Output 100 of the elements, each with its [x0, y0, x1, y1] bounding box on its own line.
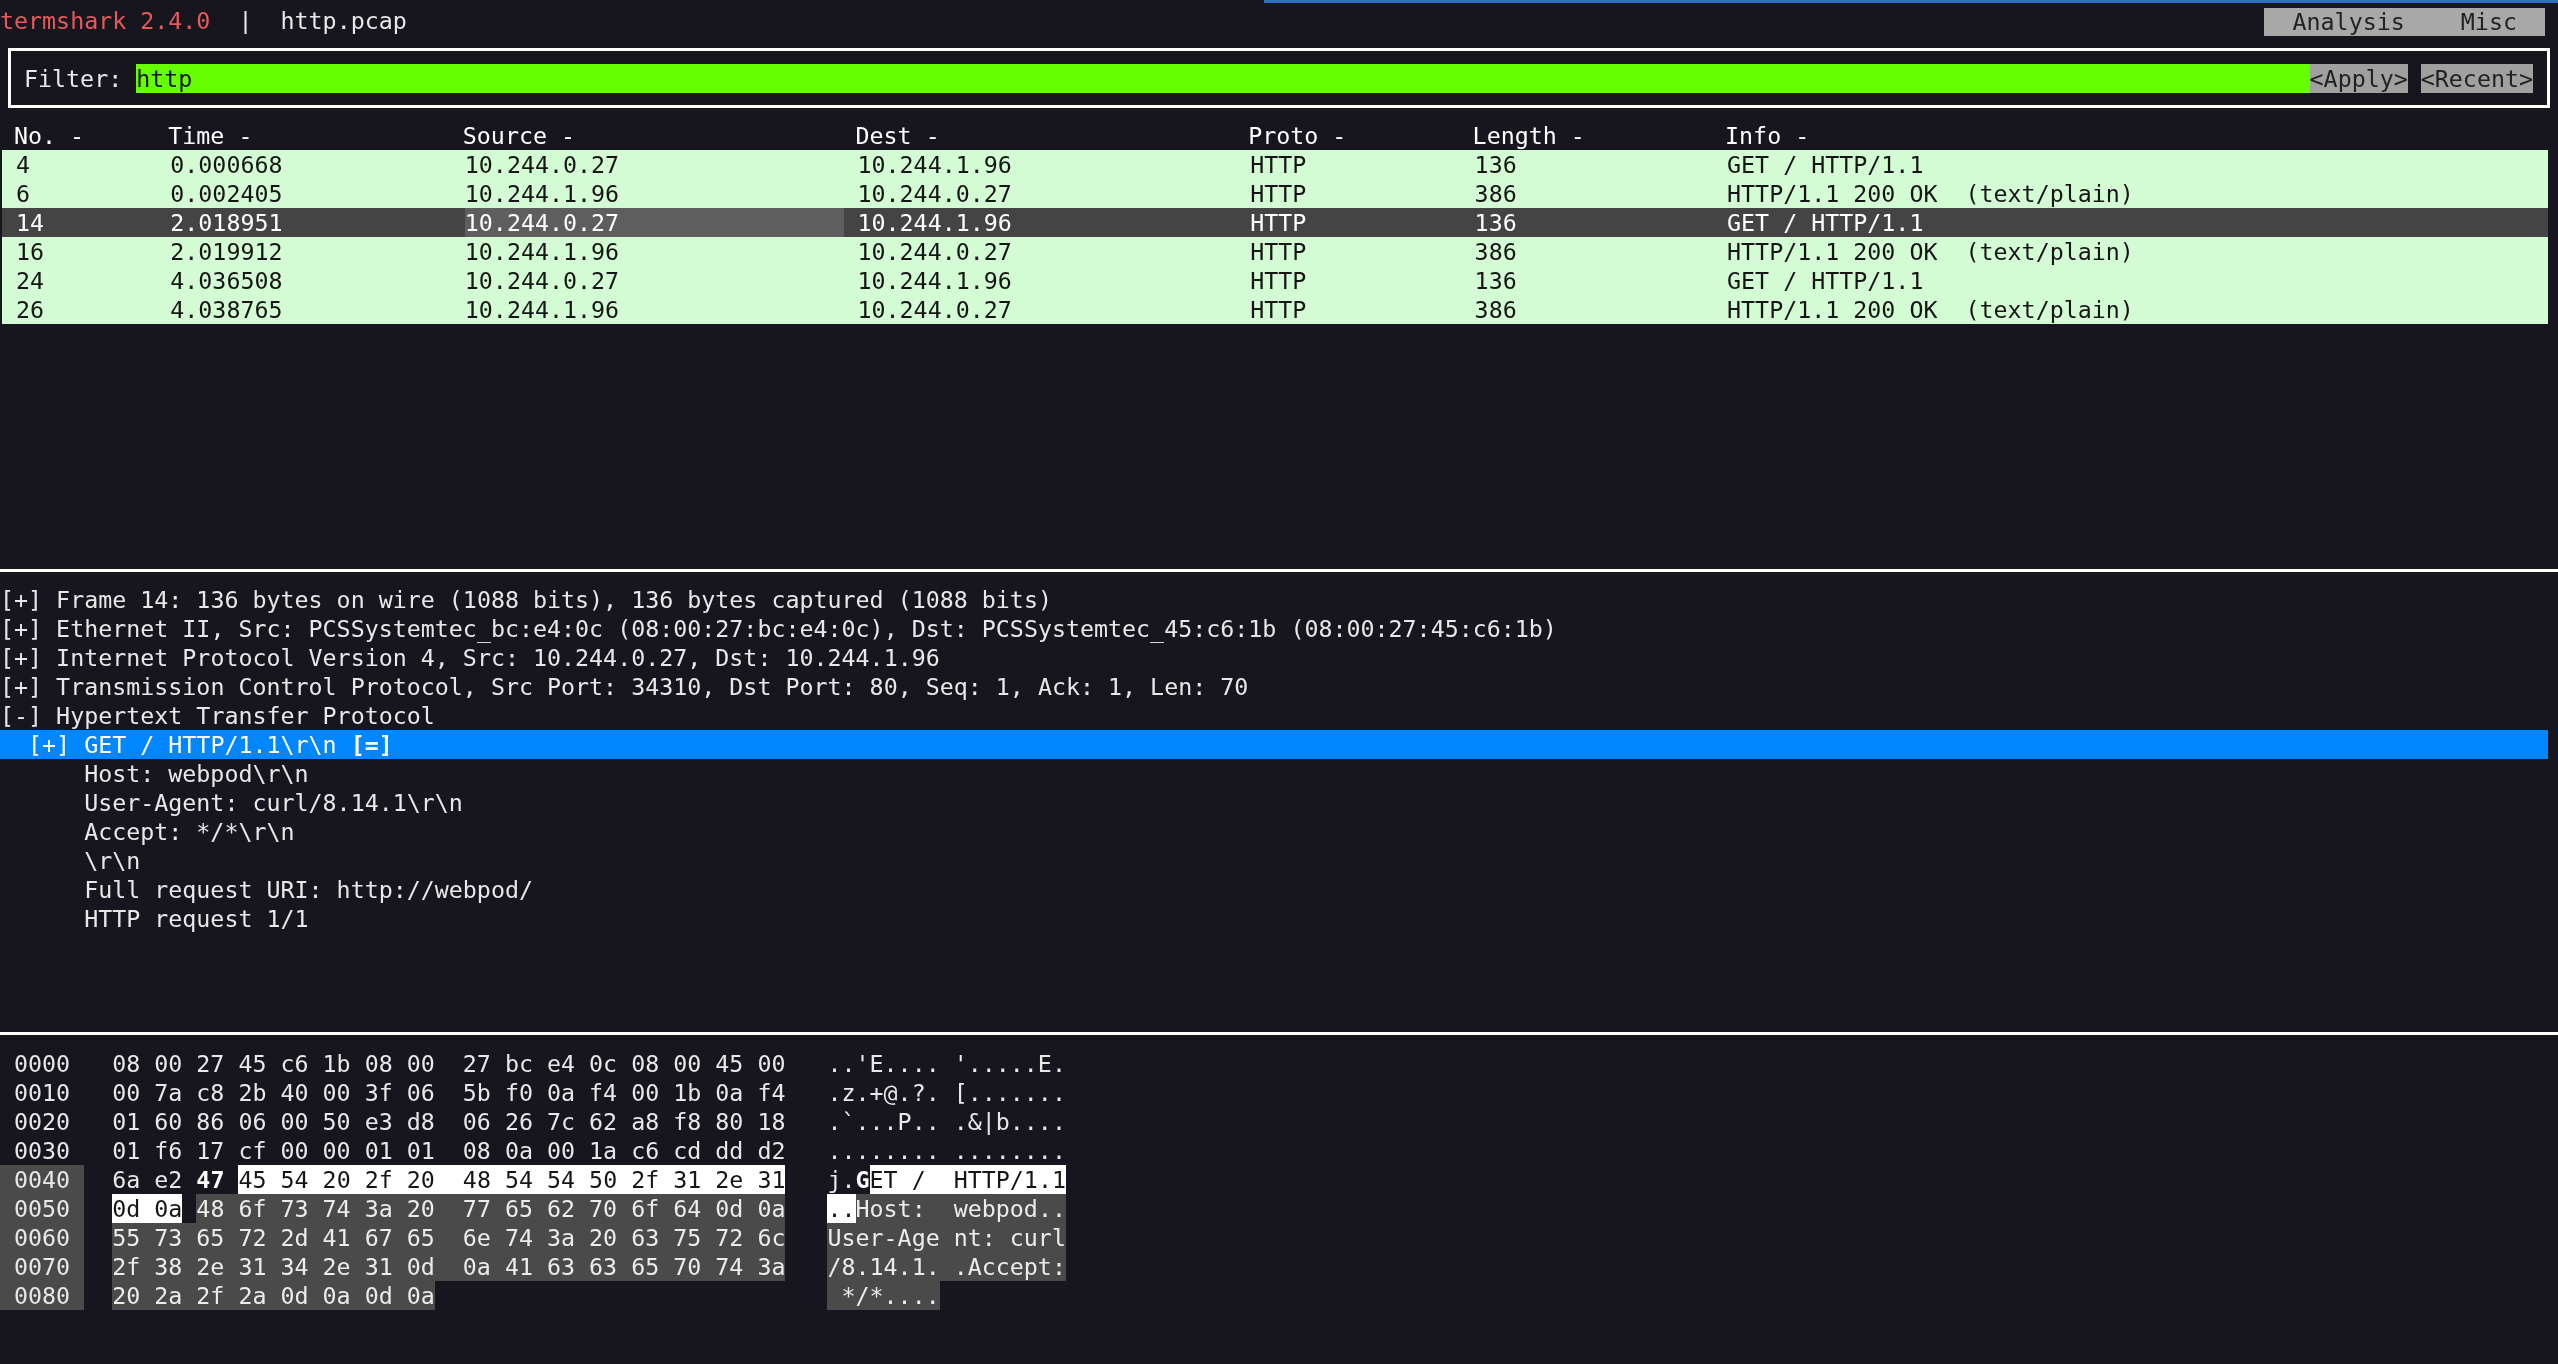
table-cell: 10.244.0.27: [464, 208, 844, 237]
table-cell-text: 4.036508: [170, 266, 284, 295]
table-cell-text: 386: [1474, 179, 1518, 208]
table-cell-text: 2.019912: [170, 237, 284, 266]
table-cell-text: 6: [16, 179, 32, 208]
table-cell-text: 4: [16, 150, 32, 179]
column-header[interactable]: Time -: [168, 122, 253, 149]
hex-offset: 0010: [13, 1078, 72, 1107]
table-cell-text: 14: [16, 208, 46, 237]
ascii-text: j.: [827, 1165, 856, 1194]
hex-offset: 0050: [0, 1194, 85, 1223]
table-cell-text: 10.244.1.96: [464, 295, 621, 324]
table-cell-text: 10.244.1.96: [857, 208, 1013, 237]
ascii-text: G: [855, 1165, 870, 1194]
column-header[interactable]: Proto -: [1248, 122, 1347, 149]
hex-offset: 0060: [0, 1223, 85, 1252]
table-cell-text: 10.244.0.27: [464, 150, 621, 179]
tree-item[interactable]: Full request URI: http://webpod/: [0, 875, 2548, 904]
table-cell-text: 10.244.1.96: [464, 179, 621, 208]
table-cell-text: 10.244.0.27: [464, 266, 621, 295]
tree-item[interactable]: [+] Frame 14: 136 bytes on wire (1088 bits), 136 bytes captured (1088 bits): [0, 585, 2548, 614]
table-cell-text: 10.244.0.27: [857, 295, 1013, 324]
packet-row[interactable]: 14 2.018951 10.244.0.27 10.244.1.96 HTTP 136 GET / HTTP/1.1: [2, 208, 2548, 237]
table-cell-text: 0.000668: [170, 150, 284, 179]
table-cell-text: GET / HTTP/1.1: [1727, 208, 1925, 237]
menu-button[interactable]: Misc: [2432, 8, 2545, 36]
hex-bytes: 20 2a 2f 2a 0d 0a 0d 0a: [112, 1281, 435, 1310]
hex-bytes: 01 f6 17 cf 00 00 01 01 08 0a 00 1a c6 cd dd d2: [112, 1136, 786, 1165]
filter-button[interactable]: <Recent>: [2420, 63, 2533, 93]
packet-row[interactable]: 6 0.002405 10.244.1.96 10.244.0.27 HTTP 386 HTTP/1.1 200 OK (text/plain): [2, 179, 2548, 208]
packet-row[interactable]: 26 4.038765 10.244.1.96 10.244.0.27 HTTP 386 HTTP/1.1 200 OK (text/plain): [2, 295, 2548, 324]
table-cell-text: 4.038765: [170, 295, 284, 324]
filter-label: Filter:: [24, 63, 123, 93]
hex-bytes: 2f 38 2e 31 34 2e 31 0d 0a 41 63 63 65 70 74 3a: [112, 1252, 786, 1281]
title-separator: |: [238, 5, 253, 35]
tree-item[interactable]: [+] Internet Protocol Version 4, Src: 10.244.0.27, Dst: 10.244.1.96: [0, 643, 2548, 672]
hex-bytes: 0d 0a: [112, 1194, 183, 1223]
hex-bytes: 00 7a c8 2b 40 00 3f 06 5b f0 0a f4 00 1b 0a f4: [112, 1078, 786, 1107]
table-cell-text: HTTP/1.1 200 OK (text/plain): [1727, 295, 2135, 324]
ascii-text: ..'E.... '.....E.: [827, 1049, 1066, 1078]
column-header[interactable]: No. -: [14, 122, 85, 149]
ascii-text: /8.14.1. .Accept:: [827, 1252, 1066, 1281]
table-cell-text: HTTP: [1250, 150, 1308, 179]
table-cell-text: GET / HTTP/1.1: [1727, 266, 1925, 295]
ascii-text: ........ ........: [827, 1136, 1066, 1165]
table-cell-text: 16: [16, 237, 46, 266]
table-cell-text: 10.244.0.27: [857, 179, 1013, 208]
table-cell-text: 386: [1474, 237, 1518, 266]
filter-button[interactable]: <Apply>: [2309, 63, 2408, 93]
ascii-text: User-Age nt: curl: [827, 1223, 1066, 1252]
table-cell-text: HTTP/1.1 200 OK (text/plain): [1727, 237, 2135, 266]
tree-item[interactable]: Host: webpod\r\n: [0, 759, 2548, 788]
column-header[interactable]: Source -: [462, 122, 576, 149]
table-cell-text: 136: [1474, 266, 1518, 295]
hex-offset: 0080: [0, 1281, 85, 1310]
table-cell-text: HTTP: [1250, 266, 1308, 295]
filter-field[interactable]: http: [136, 63, 2310, 93]
hex-bytes: 55 73 65 72 2d 41 67 65 6e 74 3a 20 63 75 72 6c: [112, 1223, 786, 1252]
ascii-text: Host: webpod..: [855, 1194, 1066, 1223]
tree-item[interactable]: Accept: */*\r\n: [0, 817, 2548, 846]
packet-row[interactable]: 24 4.036508 10.244.0.27 10.244.1.96 HTTP 136 GET / HTTP/1.1: [2, 266, 2548, 295]
app-title: termshark 2.4.0: [0, 5, 211, 35]
tree-item[interactable]: \r\n: [0, 846, 2548, 875]
table-cell-text: HTTP: [1250, 295, 1308, 324]
hex-bytes: 47: [196, 1165, 225, 1194]
hex-offset: 0020: [13, 1107, 72, 1136]
ascii-text: ..: [827, 1194, 856, 1223]
table-cell-text: HTTP/1.1 200 OK (text/plain): [1727, 179, 2135, 208]
table-cell-text: 10.244.1.96: [857, 150, 1013, 179]
ascii-text: .`...P.. .&|b....: [827, 1107, 1066, 1136]
hex-offset: 0070: [0, 1252, 85, 1281]
table-cell-text: 26: [16, 295, 46, 324]
column-header[interactable]: Length -: [1472, 122, 1585, 149]
hex-bytes: 45 54 20 2f 20 48 54 54 50 2f 31 2e 31: [238, 1165, 786, 1194]
tree-item[interactable]: [+] GET / HTTP/1.1\r\n [=]: [0, 730, 2548, 759]
hex-offset: 0000: [13, 1049, 72, 1078]
table-cell-text: HTTP: [1250, 237, 1308, 266]
menu-button[interactable]: Analysis: [2264, 8, 2433, 36]
table-cell-text: GET / HTTP/1.1: [1727, 150, 1925, 179]
packet-row[interactable]: 4 0.000668 10.244.0.27 10.244.1.96 HTTP 136 GET / HTTP/1.1: [2, 150, 2548, 179]
hex-bytes: 6a e2: [112, 1165, 183, 1194]
column-header[interactable]: Info -: [1725, 122, 1810, 149]
tree-item[interactable]: User-Agent: curl/8.14.1\r\n: [0, 788, 2548, 817]
tree-item[interactable]: [-] Hypertext Transfer Protocol: [0, 701, 2548, 730]
table-cell-text: 136: [1474, 150, 1518, 179]
hex-offset: 0040: [0, 1165, 85, 1194]
file-name: http.pcap: [280, 5, 407, 35]
table-cell-text: 10.244.1.96: [857, 266, 1013, 295]
tree-item[interactable]: [+] Ethernet II, Src: PCSSystemtec_bc:e4:0c (08:00:27:bc:e4:0c), Dst: PCSSystemtec_45:c6:1b (08:00:27:45:c6:1b): [0, 614, 2548, 643]
table-cell-text: 386: [1474, 295, 1518, 324]
table-cell-text: 10.244.0.27: [857, 237, 1013, 266]
hex-offset: 0030: [13, 1136, 72, 1165]
tree-item[interactable]: HTTP request 1/1: [0, 904, 2548, 933]
column-header[interactable]: Dest -: [855, 122, 940, 149]
hex-bytes: 08 00 27 45 c6 1b 08 00 27 bc e4 0c 08 00 45 00: [112, 1049, 786, 1078]
tree-item[interactable]: [+] Transmission Control Protocol, Src Port: 34310, Dst Port: 80, Seq: 1, Ack: 1, Len: 70: [0, 672, 2548, 701]
packet-row[interactable]: 16 2.019912 10.244.1.96 10.244.0.27 HTTP 386 HTTP/1.1 200 OK (text/plain): [2, 237, 2548, 266]
hex-bytes: 01 60 86 06 00 50 e3 d8 06 26 7c 62 a8 f8 80 18: [112, 1107, 786, 1136]
table-cell-text: 24: [16, 266, 46, 295]
table-cell-text: 136: [1474, 208, 1518, 237]
